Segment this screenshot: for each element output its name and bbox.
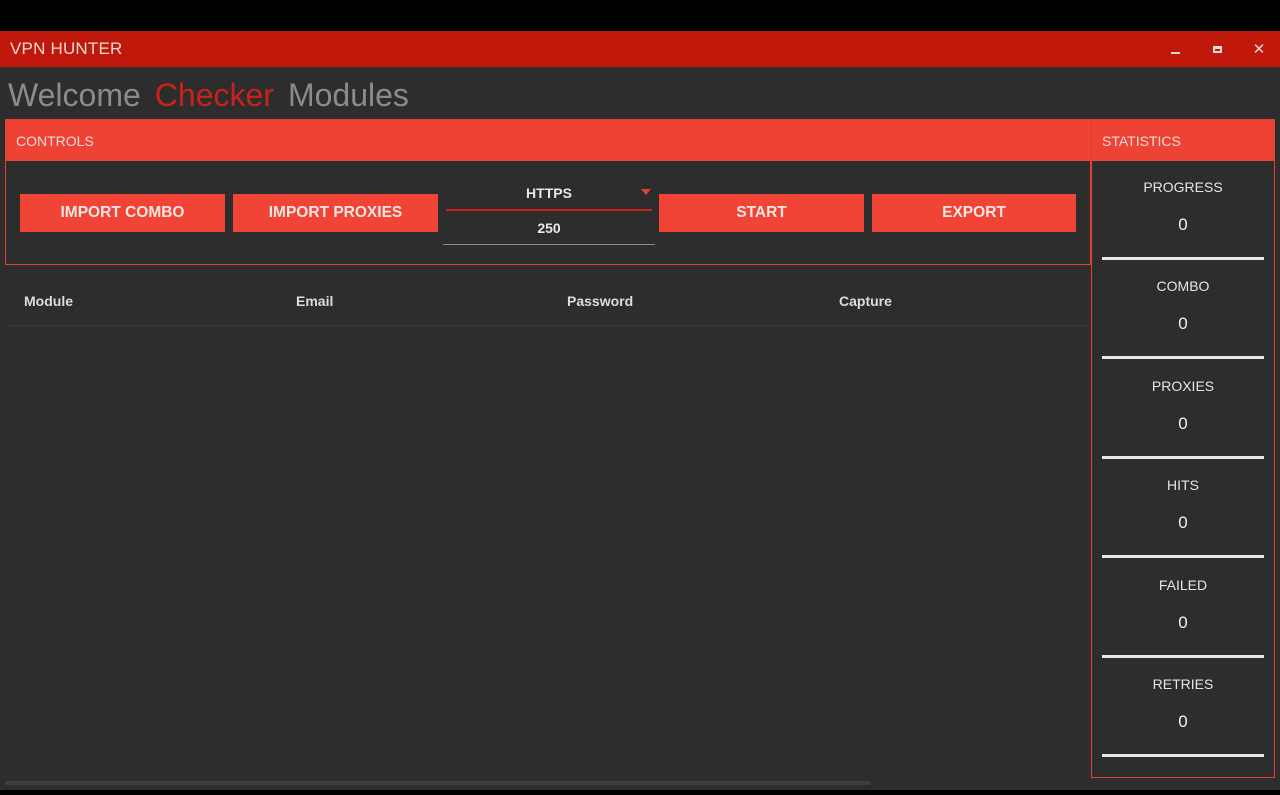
tab-welcome[interactable]: Welcome [8,77,141,114]
stat-value: 0 [1178,414,1188,433]
import-proxies-button[interactable]: IMPORT PROXIES [233,194,438,232]
app-title: VPN HUNTER [10,39,123,58]
minimize-icon [1170,52,1180,54]
stat-progress: PROGRESS 0 [1102,161,1264,260]
threads-value: 250 [537,220,561,236]
stat-value: 0 [1178,314,1188,333]
app-window: VPN HUNTER ✕ Welcome Checker Modules CON… [0,31,1280,790]
maximize-icon [1212,45,1222,53]
threads-input[interactable]: 250 [443,212,655,245]
stat-label: COMBO [1156,278,1210,294]
stat-label: PROXIES [1151,378,1215,394]
main-nav: Welcome Checker Modules [8,73,409,117]
minimize-button[interactable] [1154,31,1196,67]
proxy-type-value: HTTPS [526,185,572,201]
close-icon: ✕ [1252,41,1266,58]
tab-modules[interactable]: Modules [288,77,409,114]
column-header-email[interactable]: Email [296,276,333,326]
stat-label: HITS [1167,477,1199,493]
start-button[interactable]: START [659,194,864,232]
stat-hits: HITS 0 [1102,459,1264,558]
stat-retries: RETRIES 0 [1102,658,1264,757]
title-bar[interactable]: VPN HUNTER ✕ [0,31,1280,67]
screen: VPN HUNTER ✕ Welcome Checker Modules CON… [0,0,1280,795]
close-button[interactable]: ✕ [1238,31,1280,67]
stat-value: 0 [1178,712,1188,731]
maximize-button[interactable] [1196,31,1238,67]
import-combo-button[interactable]: IMPORT COMBO [20,194,225,232]
export-button[interactable]: EXPORT [872,194,1076,232]
proxy-type-select[interactable]: HTTPS [446,177,652,211]
results-table-body[interactable] [5,326,1091,778]
stat-failed: FAILED 0 [1102,559,1264,658]
stat-value: 0 [1178,513,1188,532]
stat-proxies: PROXIES 0 [1102,360,1264,459]
stat-value: 0 [1178,215,1188,234]
controls-panel: CONTROLS IMPORT COMBO IMPORT PROXIES HTT… [5,119,1091,265]
column-header-module[interactable]: Module [24,276,73,326]
controls-header: CONTROLS [6,120,1090,161]
chevron-down-icon [641,189,651,195]
column-header-capture[interactable]: Capture [839,276,892,326]
results-table-header: Module Email Password Capture [5,276,1091,326]
column-header-password[interactable]: Password [567,276,633,326]
statistics-panel: STATISTICS PROGRESS 0 COMBO 0 PROXIES 0 … [1091,119,1275,778]
statistics-header: STATISTICS [1092,120,1274,161]
window-controls: ✕ [1154,31,1280,67]
tab-checker[interactable]: Checker [155,77,274,114]
stat-combo: COMBO 0 [1102,260,1264,359]
stat-label: RETRIES [1152,676,1214,692]
stat-value: 0 [1178,613,1188,632]
horizontal-scrollbar[interactable] [5,781,871,785]
stat-label: PROGRESS [1143,179,1223,195]
stat-label: FAILED [1158,577,1208,593]
